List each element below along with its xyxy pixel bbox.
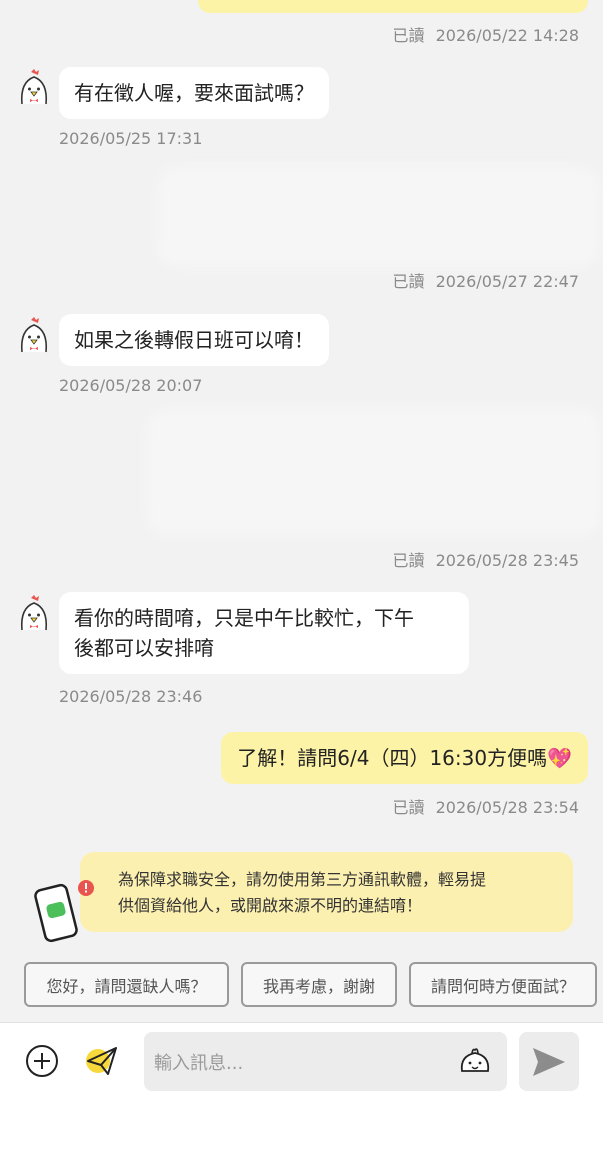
paper-plane-icon[interactable] bbox=[82, 1041, 122, 1081]
quick-reply-chip[interactable]: 我再考慮，謝謝 bbox=[241, 962, 397, 1007]
notice-text-line: 供個資給他人，或開啟來源不明的連結唷！ bbox=[118, 896, 423, 915]
timestamp: 2026/05/22 14:28 bbox=[435, 26, 579, 45]
incoming-message-bubble[interactable]: 有在徵人喔，要來面試嗎？ bbox=[59, 67, 329, 119]
message-text: 如果之後轉假日班可以唷！ bbox=[74, 328, 314, 352]
heart-emoji-icon: 💖 bbox=[547, 746, 572, 770]
timestamp: 2026/05/27 22:47 bbox=[435, 272, 579, 291]
timestamp: 2026/05/25 17:31 bbox=[59, 129, 203, 148]
composer-bar: 輸入訊息... bbox=[0, 1022, 603, 1150]
message-text: 有在徵人喔，要來面試嗎？ bbox=[74, 81, 314, 105]
message-status: 已讀 2026/05/27 22:47 bbox=[392, 268, 579, 292]
read-label: 已讀 bbox=[392, 26, 425, 45]
recruiter-avatar-icon[interactable] bbox=[14, 316, 54, 356]
notice-text-line: 為保障求職安全，請勿使用第三方通訊軟體，輕易提 bbox=[118, 870, 487, 889]
message-status: 已讀 2026/05/28 23:54 bbox=[392, 794, 579, 818]
timestamp: 2026/05/28 20:07 bbox=[59, 376, 203, 395]
recruiter-avatar-icon[interactable] bbox=[14, 594, 54, 634]
send-icon bbox=[533, 1047, 565, 1076]
blurred-outgoing-message bbox=[148, 410, 600, 535]
incoming-message-bubble[interactable]: 如果之後轉假日班可以唷！ bbox=[59, 314, 329, 366]
phone-warning-icon bbox=[34, 880, 94, 943]
timestamp: 2026/05/28 23:46 bbox=[59, 687, 203, 706]
incoming-message-bubble[interactable]: 看你的時間唷，只是中午比較忙，下午 後都可以安排唷 bbox=[59, 592, 469, 674]
input-placeholder: 輸入訊息... bbox=[154, 1052, 244, 1074]
outgoing-message-bubble[interactable]: 了解！請問6/4（四）16:30方便嗎💖 bbox=[221, 732, 588, 784]
read-label: 已讀 bbox=[392, 272, 425, 291]
send-button[interactable] bbox=[519, 1032, 579, 1091]
blurred-outgoing-message bbox=[158, 168, 598, 266]
message-text: 了解！請問6/4（四）16:30方便嗎 bbox=[237, 746, 548, 770]
plus-icon[interactable] bbox=[24, 1043, 60, 1079]
timestamp: 2026/05/28 23:45 bbox=[435, 551, 579, 570]
message-input[interactable]: 輸入訊息... bbox=[144, 1032, 507, 1091]
outgoing-bubble-partial bbox=[198, 0, 588, 13]
sticker-icon[interactable] bbox=[457, 1044, 493, 1078]
chat-area[interactable]: 已讀 2026/05/22 14:28 有在徵人喔，要來面試嗎？ 2026/05… bbox=[0, 0, 603, 1022]
message-status: 已讀 2026/05/28 23:45 bbox=[392, 547, 579, 571]
quick-reply-chip[interactable]: 請問何時方便面試？ bbox=[409, 962, 597, 1007]
message-text-line: 後都可以安排唷 bbox=[74, 636, 214, 660]
timestamp: 2026/05/28 23:54 bbox=[435, 798, 579, 817]
message-status: 已讀 2026/05/22 14:28 bbox=[392, 22, 579, 46]
read-label: 已讀 bbox=[392, 551, 425, 570]
safety-notice: 為保障求職安全，請勿使用第三方通訊軟體，輕易提 供個資給他人，或開啟來源不明的連… bbox=[80, 852, 573, 932]
recruiter-avatar-icon[interactable] bbox=[14, 68, 54, 108]
quick-reply-chip[interactable]: 您好，請問還缺人嗎？ bbox=[24, 962, 229, 1007]
read-label: 已讀 bbox=[392, 798, 425, 817]
message-text-line: 看你的時間唷，只是中午比較忙，下午 bbox=[74, 606, 414, 630]
